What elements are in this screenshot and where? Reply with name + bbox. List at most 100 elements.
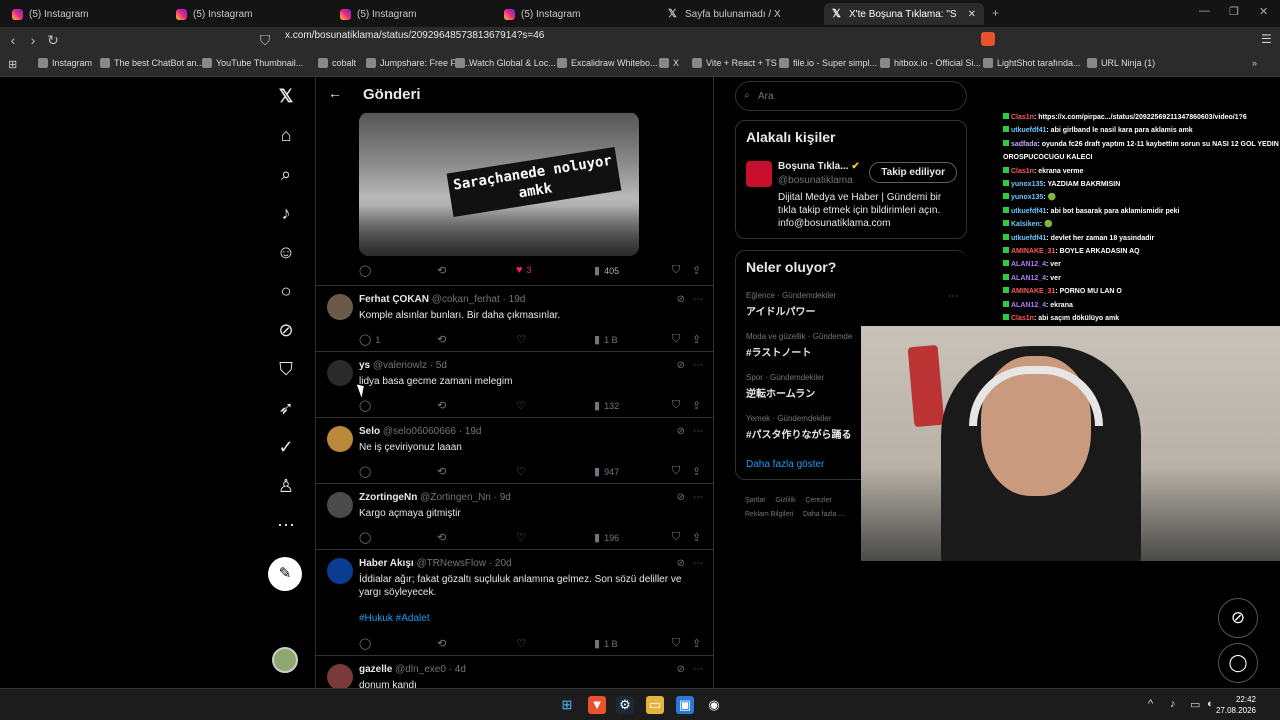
system-clock[interactable]: 22:42 27.08.2026 [1216,694,1256,716]
minimize-icon[interactable]: — [1199,5,1210,17]
more-options-icon[interactable]: ⋯ [693,426,703,437]
bookmark-item[interactable]: Instagram [38,58,92,68]
tweet-author[interactable]: ys @valeriowlz · 5d [359,360,447,371]
reply-button[interactable]: ◯ [359,399,375,412]
grok-icon[interactable]: ⊘ [677,558,685,569]
avatar[interactable] [327,426,353,452]
repost-icon[interactable]: ⟲ [437,333,446,346]
obs-icon[interactable]: ◉ [705,696,723,714]
bookmarks-icon[interactable]: ⛉ [275,358,297,380]
footer-more[interactable]: Daha fazla ... [803,511,844,518]
profile-icon[interactable]: ♙ [275,475,297,497]
more-options-icon[interactable]: ⋯ [693,492,703,503]
forward-icon[interactable]: › [23,32,43,48]
reply-button[interactable]: ◯ [359,465,375,478]
verified-icon[interactable]: ✓ [275,436,297,458]
x-logo-icon[interactable]: 𝕏 [275,85,297,107]
new-tab-icon[interactable]: + [992,6,999,20]
search-icon[interactable]: ⌕ [275,163,297,185]
footer-ads[interactable]: Reklam Bilgileri [745,511,793,518]
views-button[interactable]: ▮ 947 [594,465,619,478]
window-close-icon[interactable]: ✕ [1259,5,1268,18]
bookmark-post-icon[interactable]: ⛉ [672,637,680,650]
share-icon[interactable]: ⇪ [692,465,701,478]
search-input[interactable]: ⌕ Ara [735,81,967,111]
related-avatar[interactable] [746,161,772,187]
more-options-icon[interactable]: ⋯ [693,360,703,371]
url-bar[interactable]: x.com/bosunatiklama/status/2092964857381… [285,30,544,41]
avatar[interactable] [327,664,353,688]
views-button[interactable]: ▮ 1 B [594,637,618,650]
share-icon[interactable]: ⇪ [692,264,701,277]
views-button[interactable]: ▮ 405 [594,264,619,277]
reply-tweet[interactable]: ys @valeriowlz · 5d ⊘ ⋯ lidya basa gecme za… [316,351,713,417]
bookmark-item[interactable]: Excalidraw Whitebo... [557,58,658,68]
tweet-author[interactable]: ZzortingeNn @Zortingen_Nn · 9d [359,492,511,503]
reply-tweet[interactable]: gazelle @dln_exe0 · 4d ⊘ ⋯ donum kandı [316,655,713,688]
close-icon[interactable]: ✕ [968,9,976,20]
bookmark-post-icon[interactable]: ⛉ [672,399,680,412]
avatar[interactable] [272,647,298,673]
share-icon[interactable]: ⇪ [692,333,701,346]
repost-icon[interactable]: ⟲ [437,531,446,544]
repost-icon[interactable]: ⟲ [437,399,446,412]
bookmark-item[interactable]: The best ChatBot an... [100,58,204,68]
bookmark-item[interactable]: file.io - Super simpl... [779,58,877,68]
tab-instagram-2[interactable]: (5) Instagram [168,3,328,25]
reply-tweet[interactable]: Selo @selo06060666 · 19d ⊘ ⋯ Ne iş çeviriyo… [316,417,713,483]
grok-icon[interactable]: ⊘ [677,426,685,437]
bookmark-item[interactable]: hitbox.io - Official Si... [880,58,981,68]
tray-chevron-icon[interactable]: ^ [1148,698,1153,710]
reply-icon[interactable]: ◯ [359,264,371,277]
menu-icon[interactable]: ☰ [1261,32,1272,46]
reply-tweet[interactable]: ZzortingeNn @Zortingen_Nn · 9d ⊘ ⋯ Kargo aç… [316,483,713,549]
follow-icon[interactable]: ☺ [275,241,297,263]
grok-icon[interactable]: ⊘ [677,492,685,503]
avatar[interactable] [327,558,353,584]
reload-icon[interactable]: ↻ [43,32,63,49]
bookmark-item[interactable]: Vite + React + TS [692,58,777,68]
brave-icon[interactable]: ▼ [588,696,606,714]
maximize-icon[interactable]: ❐ [1229,5,1239,18]
grok-fab-button[interactable]: ⊘ [1218,598,1258,638]
messages-icon[interactable]: ○ [275,280,297,302]
folder-icon[interactable]: ▭ [646,696,664,714]
steam-icon[interactable]: ⚙ [616,696,634,714]
show-more-link[interactable]: Daha fazla göster [746,459,824,470]
reply-button[interactable]: ◯ 1 [359,333,380,346]
tweet-author[interactable]: Haber Akışı @TRNewsFlow · 20d [359,558,512,569]
tab-x-not-found[interactable]: 𝕏 Sayfa bulunamadı / X [660,3,820,25]
reply-button[interactable]: ◯ [359,637,375,650]
store-icon[interactable]: ▣ [676,696,694,714]
messages-fab-button[interactable]: ◯ [1218,643,1258,683]
back-arrow-icon[interactable]: ← [328,85,342,101]
following-button[interactable]: Takip ediliyor [869,162,957,183]
volume-icon[interactable]: ◐ [1207,698,1214,710]
start-icon[interactable]: ⊞ [558,696,576,714]
bookmark-post-icon[interactable]: ⛉ [672,333,680,346]
bookmark-icon[interactable]: ⛉ [255,32,275,49]
tab-instagram-1[interactable]: (5) Instagram [4,3,164,25]
bookmark-post-icon[interactable]: ⛉ [672,264,680,277]
more-options-icon[interactable]: ⋯ [693,664,703,675]
more-options-icon[interactable]: ⋯ [693,294,703,305]
notifications-icon[interactable]: ♪ [275,202,297,224]
repost-icon[interactable]: ⟲ [437,264,446,277]
more-icon[interactable]: ⋯ [275,514,297,536]
reply-tweet[interactable]: Ferhat ÇOKAN @cokan_ferhat · 19d ⊘ ⋯ Komple… [316,285,713,351]
tab-x-post[interactable]: 𝕏 X'te Boşuna Tıklama: "SON DAKİ ✕ [824,3,984,25]
brave-shield-icon[interactable] [981,32,995,46]
avatar[interactable] [327,360,353,386]
grok-icon[interactable]: ⊘ [677,664,685,675]
hashtags[interactable]: #Hukuk #Adalet [359,613,430,624]
repost-icon[interactable]: ⟲ [437,637,446,650]
share-icon[interactable]: ⇪ [692,399,701,412]
related-name[interactable]: Boşuna Tıkla... ✔ [778,161,860,172]
tab-instagram-4[interactable]: (5) Instagram [496,3,656,25]
bookmark-post-icon[interactable]: ⛉ [672,531,680,544]
like-button[interactable]: ♡ [516,399,530,412]
microphone-icon[interactable]: ♪ [1170,698,1176,710]
like-button[interactable]: ♡ [516,637,530,650]
reply-button[interactable]: ◯ [359,531,375,544]
home-icon[interactable]: ⌂ [275,124,297,146]
